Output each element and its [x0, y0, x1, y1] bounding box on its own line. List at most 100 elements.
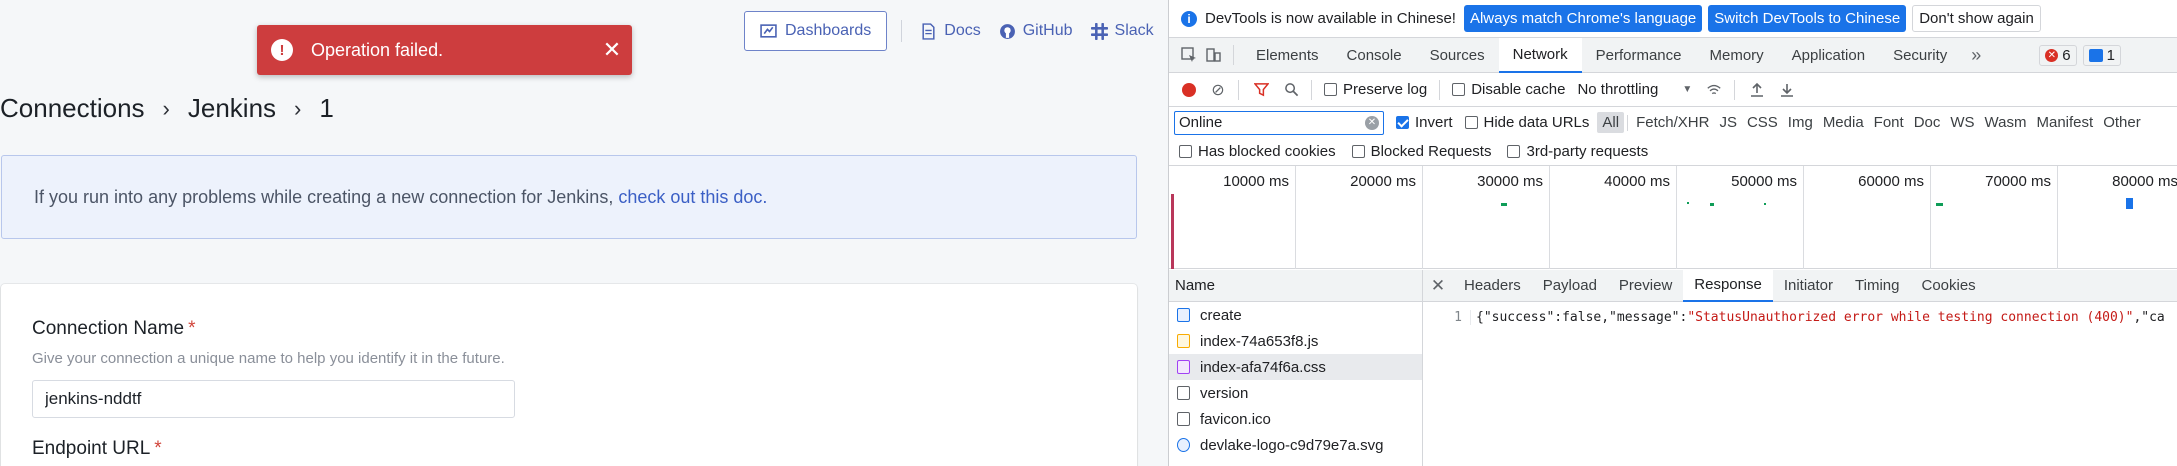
timeline-request-bar	[1764, 203, 1766, 205]
github-link[interactable]: GitHub	[999, 22, 1073, 40]
tab-payload[interactable]: Payload	[1532, 270, 1608, 302]
error-icon: ✕	[2045, 48, 2059, 62]
checkbox-box	[1396, 116, 1409, 129]
preserve-log-label: Preserve log	[1343, 81, 1428, 98]
type-filter-js[interactable]: JS	[1714, 112, 1742, 133]
request-row[interactable]: create	[1169, 302, 1422, 328]
tab-preview[interactable]: Preview	[1608, 270, 1683, 302]
type-filter-manifest[interactable]: Manifest	[2032, 112, 2099, 133]
tab-performance[interactable]: Performance	[1582, 38, 1696, 73]
filter-icon[interactable]	[1253, 82, 1269, 98]
tab-application[interactable]: Application	[1778, 38, 1879, 73]
type-filter-other[interactable]: Other	[2098, 112, 2146, 133]
slack-link[interactable]: Slack	[1090, 22, 1154, 40]
docs-link[interactable]: Docs	[920, 22, 981, 40]
type-filter-doc[interactable]: Doc	[1909, 112, 1946, 133]
language-infobar: i DevTools is now available in Chinese! …	[1169, 0, 2177, 38]
breadcrumb-jenkins[interactable]: Jenkins	[188, 93, 276, 124]
timeline-label: 30000 ms	[1477, 173, 1543, 190]
connection-name-input[interactable]	[32, 380, 515, 418]
tab-headers[interactable]: Headers	[1453, 270, 1532, 302]
request-row[interactable]: favicon.ico	[1169, 406, 1422, 432]
request-row[interactable]: index-74a653f8.js	[1169, 328, 1422, 354]
message-count-badge[interactable]: 1	[2082, 44, 2121, 66]
preserve-log-checkbox[interactable]: Preserve log	[1324, 81, 1427, 98]
tab-cookies[interactable]: Cookies	[1910, 270, 1986, 302]
type-filter-css[interactable]: CSS	[1742, 112, 1783, 133]
match-language-button[interactable]: Always match Chrome's language	[1463, 5, 1703, 32]
filter-row: Online ✕ Invert Hide data URLs All Fetch…	[1169, 107, 2177, 138]
has-blocked-cookies-checkbox[interactable]: Has blocked cookies	[1179, 143, 1336, 160]
dont-show-again-button[interactable]: Don't show again	[1912, 5, 2041, 32]
endpoint-url-label: Endpoint URL *	[32, 438, 162, 460]
download-icon[interactable]	[1779, 82, 1795, 98]
disable-cache-checkbox[interactable]: Disable cache	[1452, 81, 1565, 98]
tab-timing[interactable]: Timing	[1844, 270, 1910, 302]
connection-name-label: Connection Name *	[32, 318, 196, 340]
type-filter-fetch-xhr[interactable]: Fetch/XHR	[1631, 112, 1714, 133]
tab-sources[interactable]: Sources	[1416, 38, 1499, 73]
infobar-text: DevTools is now available in Chinese!	[1205, 10, 1456, 27]
timeline-label: 80000 ms	[2112, 173, 2177, 190]
hide-data-urls-checkbox[interactable]: Hide data URLs	[1464, 114, 1589, 131]
tab-network[interactable]: Network	[1498, 37, 1582, 73]
checkbox-box	[1324, 83, 1337, 96]
tab-response[interactable]: Response	[1683, 269, 1773, 302]
checkbox-box	[1452, 83, 1466, 96]
timeline-label: 60000 ms	[1858, 173, 1924, 190]
error-count-badge[interactable]: ✕ 6	[2039, 44, 2077, 66]
request-name: version	[1200, 384, 1249, 402]
throttling-select[interactable]: No throttling ▼	[1577, 81, 1692, 98]
clear-filter-icon[interactable]: ✕	[1365, 115, 1379, 130]
request-row[interactable]: devlake-logo-c9d79e7a.svg	[1169, 432, 1422, 458]
blocked-filter-row: Has blocked cookies Blocked Requests 3rd…	[1169, 138, 2177, 166]
message-icon	[2088, 48, 2103, 62]
third-party-checkbox[interactable]: 3rd-party requests	[1507, 143, 1648, 160]
callout-doc-link[interactable]: check out this doc.	[618, 187, 767, 208]
request-row[interactable]: index-afa74f6a.css	[1169, 354, 1422, 380]
breadcrumb-connections[interactable]: Connections	[0, 93, 145, 124]
tab-initiator[interactable]: Initiator	[1773, 270, 1844, 302]
type-filter-font[interactable]: Font	[1869, 112, 1909, 133]
toast-close-button[interactable]: ✕	[592, 37, 632, 63]
response-body[interactable]: 1 {"success":false,"message":"StatusUnau…	[1423, 310, 2177, 325]
tab-security[interactable]: Security	[1879, 38, 1961, 73]
network-timeline[interactable]: 10000 ms 20000 ms 30000 ms 40000 ms 5000…	[1169, 166, 2177, 269]
type-filter-media[interactable]: Media	[1818, 112, 1869, 133]
slack-icon	[1090, 22, 1108, 40]
tab-memory[interactable]: Memory	[1696, 38, 1778, 73]
search-icon[interactable]	[1283, 82, 1299, 98]
inspect-element-icon[interactable]	[1177, 43, 1201, 67]
invert-checkbox[interactable]: Invert	[1396, 114, 1453, 131]
name-column-header[interactable]: Name	[1169, 270, 1422, 302]
type-filter-ws[interactable]: WS	[1945, 112, 1979, 133]
timeline-label: 40000 ms	[1604, 173, 1670, 190]
tab-elements[interactable]: Elements	[1242, 38, 1333, 73]
toolbar-divider	[1311, 79, 1312, 100]
request-row[interactable]: version	[1169, 380, 1422, 406]
connection-name-label-text: Connection Name	[32, 318, 185, 339]
connection-form: Connection Name * Give your connection a …	[1, 284, 1137, 466]
close-detail-icon[interactable]: ✕	[1423, 276, 1453, 296]
line-number: 1	[1423, 310, 1471, 325]
docs-label: Docs	[944, 22, 981, 39]
switch-language-button[interactable]: Switch DevTools to Chinese	[1708, 5, 1907, 32]
detail-tabbar: ✕ Headers Payload Preview Response Initi…	[1423, 269, 2177, 302]
upload-icon[interactable]	[1749, 82, 1765, 98]
clear-icon[interactable]: ⊘	[1210, 82, 1226, 99]
checkbox-box	[1351, 145, 1365, 158]
tab-console[interactable]: Console	[1333, 38, 1416, 73]
type-filter-wasm[interactable]: Wasm	[1980, 112, 2032, 133]
record-icon[interactable]	[1182, 82, 1196, 97]
filter-input[interactable]: Online ✕	[1174, 110, 1384, 135]
blocked-requests-checkbox[interactable]: Blocked Requests	[1351, 143, 1491, 160]
type-filter-img[interactable]: Img	[1783, 112, 1818, 133]
more-tabs-icon[interactable]: »	[1961, 45, 1991, 66]
device-toolbar-icon[interactable]	[1201, 43, 1225, 67]
dashboards-button[interactable]: Dashboards	[744, 11, 888, 51]
toolbar-divider	[1734, 79, 1736, 100]
type-filter-all[interactable]: All	[1597, 112, 1625, 133]
request-name: favicon.ico	[1200, 410, 1271, 428]
network-conditions-icon[interactable]	[1706, 82, 1722, 98]
checkbox-box	[1507, 145, 1521, 158]
